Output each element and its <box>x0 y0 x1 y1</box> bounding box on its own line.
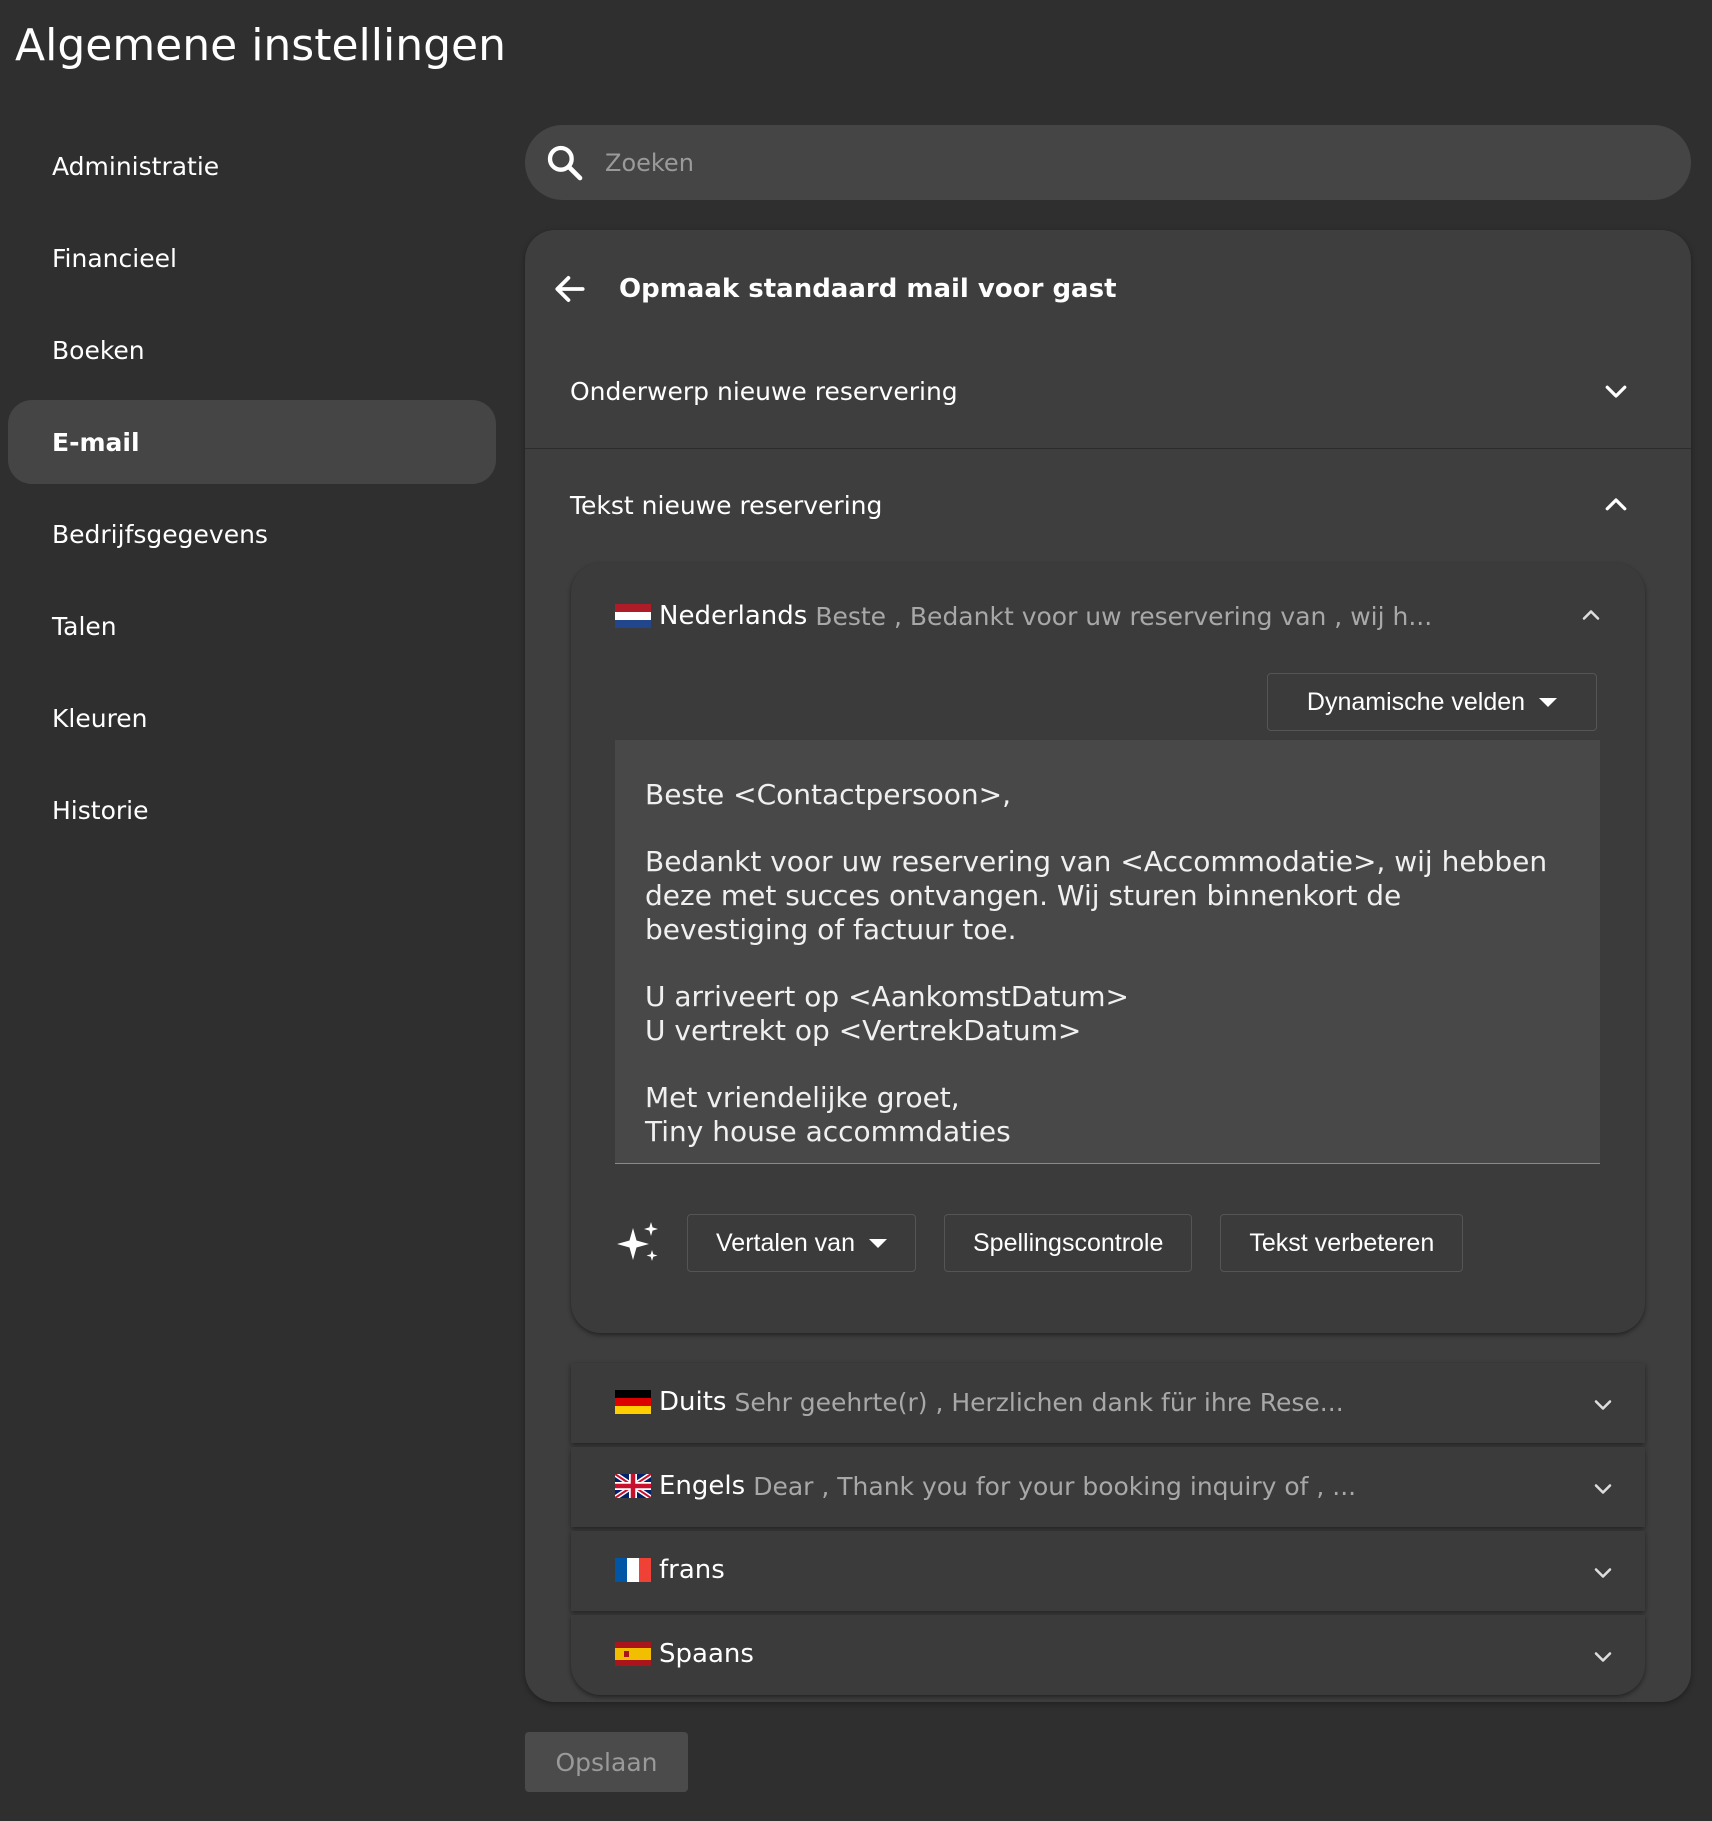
language-list: Duits Sehr geehrte(r) , Herzlichen dank … <box>571 1333 1645 1695</box>
language-row-frans[interactable]: frans <box>571 1531 1645 1611</box>
language-name: frans <box>659 1555 725 1585</box>
section-label: Tekst nieuwe reservering <box>570 490 883 520</box>
flag-de-icon <box>615 1390 651 1414</box>
translate-label: Vertalen van <box>716 1228 855 1257</box>
translate-from-dropdown[interactable]: Vertalen van <box>687 1214 916 1272</box>
flag-nl-icon <box>615 604 651 628</box>
language-row-spaans[interactable]: Spaans <box>571 1615 1645 1695</box>
body-dates: U arriveert op <AankomstDatum> U vertrek… <box>645 980 1570 1048</box>
panel-title: Opmaak standaard mail voor gast <box>619 274 1117 304</box>
chevron-down-icon <box>1594 1484 1612 1494</box>
language-name: Spaans <box>659 1639 754 1669</box>
section-subject-new-reservation[interactable]: Onderwerp nieuwe reservering <box>570 366 1631 416</box>
body-signature: Tiny house accommdaties <box>645 1115 1011 1148</box>
sidebar-item-historie[interactable]: Historie <box>8 768 496 852</box>
language-header-nederlands[interactable]: Nederlands Beste , Bedankt voor uw reser… <box>615 593 1615 639</box>
sidebar-item-financieel[interactable]: Financieel <box>8 216 496 300</box>
spellcheck-button[interactable]: Spellingscontrole <box>944 1214 1193 1272</box>
language-name: Nederlands <box>659 601 808 631</box>
sidebar-item-email[interactable]: E-mail <box>8 400 496 484</box>
chevron-down-icon <box>1594 1652 1612 1662</box>
chevron-down-icon <box>1605 385 1627 398</box>
search-input[interactable] <box>603 147 1607 178</box>
search-icon <box>547 145 583 180</box>
ai-toolbar: Vertalen van Spellingscontrole Tekst ver… <box>615 1213 1464 1273</box>
sidebar-item-boeken[interactable]: Boeken <box>8 308 496 392</box>
flag-es-icon <box>615 1642 651 1666</box>
body-departure: U vertrekt op <VertrekDatum> <box>645 1014 1082 1047</box>
flag-gb-icon <box>615 1474 651 1498</box>
page-title: Algemene instellingen <box>15 20 507 71</box>
language-row-duits[interactable]: Duits Sehr geehrte(r) , Herzlichen dank … <box>571 1363 1645 1443</box>
sidebar-item-administratie[interactable]: Administratie <box>8 124 496 208</box>
body-arrival: U arriveert op <AankomstDatum> <box>645 980 1129 1013</box>
language-name: Duits <box>659 1387 727 1417</box>
language-card-nederlands: Nederlands Beste , Bedankt voor uw reser… <box>571 563 1645 1333</box>
section-label: Onderwerp nieuwe reservering <box>570 376 958 406</box>
save-button[interactable]: Opslaan <box>525 1732 688 1792</box>
improve-text-button[interactable]: Tekst verbeteren <box>1220 1214 1464 1272</box>
body-closing: Met vriendelijke groet, <box>645 1081 960 1114</box>
body-greeting: Beste <Contactpersoon>, <box>645 778 1011 811</box>
settings-sidebar: Administratie Financieel Boeken E-mail B… <box>8 124 496 860</box>
language-row-engels[interactable]: Engels Dear , Thank you for your booking… <box>571 1447 1645 1527</box>
language-preview: Beste , Bedankt voor uw reservering van … <box>815 601 1433 631</box>
section-divider <box>525 448 1691 449</box>
language-name: Engels <box>659 1471 746 1501</box>
dynamic-fields-label: Dynamische velden <box>1306 687 1526 716</box>
language-preview: Sehr geehrte(r) , Herzlichen dank für ih… <box>734 1387 1344 1417</box>
caret-down-icon <box>869 1238 887 1248</box>
sidebar-item-bedrijfsgegevens[interactable]: Bedrijfsgegevens <box>8 492 496 576</box>
caret-down-icon <box>1539 697 1558 707</box>
sparkle-icon <box>617 1222 658 1261</box>
email-template-panel: Opmaak standaard mail voor gast Onderwer… <box>525 230 1691 1702</box>
body-paragraph: Bedankt voor uw reservering van <Accommo… <box>645 845 1548 946</box>
chevron-up-icon[interactable] <box>1577 601 1605 629</box>
sidebar-item-kleuren[interactable]: Kleuren <box>8 676 496 760</box>
chevron-up-icon <box>1605 498 1627 511</box>
sidebar-item-talen[interactable]: Talen <box>8 584 496 668</box>
search-bar[interactable] <box>525 125 1691 200</box>
chevron-down-icon <box>1594 1568 1612 1578</box>
dynamic-fields-dropdown[interactable]: Dynamische velden <box>1267 673 1597 731</box>
back-arrow-icon[interactable] <box>551 270 589 308</box>
body-signoff: Met vriendelijke groet, Tiny house accom… <box>645 1081 1570 1149</box>
chevron-down-icon <box>1594 1400 1612 1410</box>
email-body-editor[interactable]: Beste <Contactpersoon>, Bedankt voor uw … <box>615 740 1600 1164</box>
panel-header: Opmaak standaard mail voor gast <box>551 270 1117 308</box>
section-text-new-reservation[interactable]: Tekst nieuwe reservering <box>570 480 1631 530</box>
language-preview: Dear , Thank you for your booking inquir… <box>753 1471 1357 1501</box>
flag-fr-icon <box>615 1558 651 1582</box>
